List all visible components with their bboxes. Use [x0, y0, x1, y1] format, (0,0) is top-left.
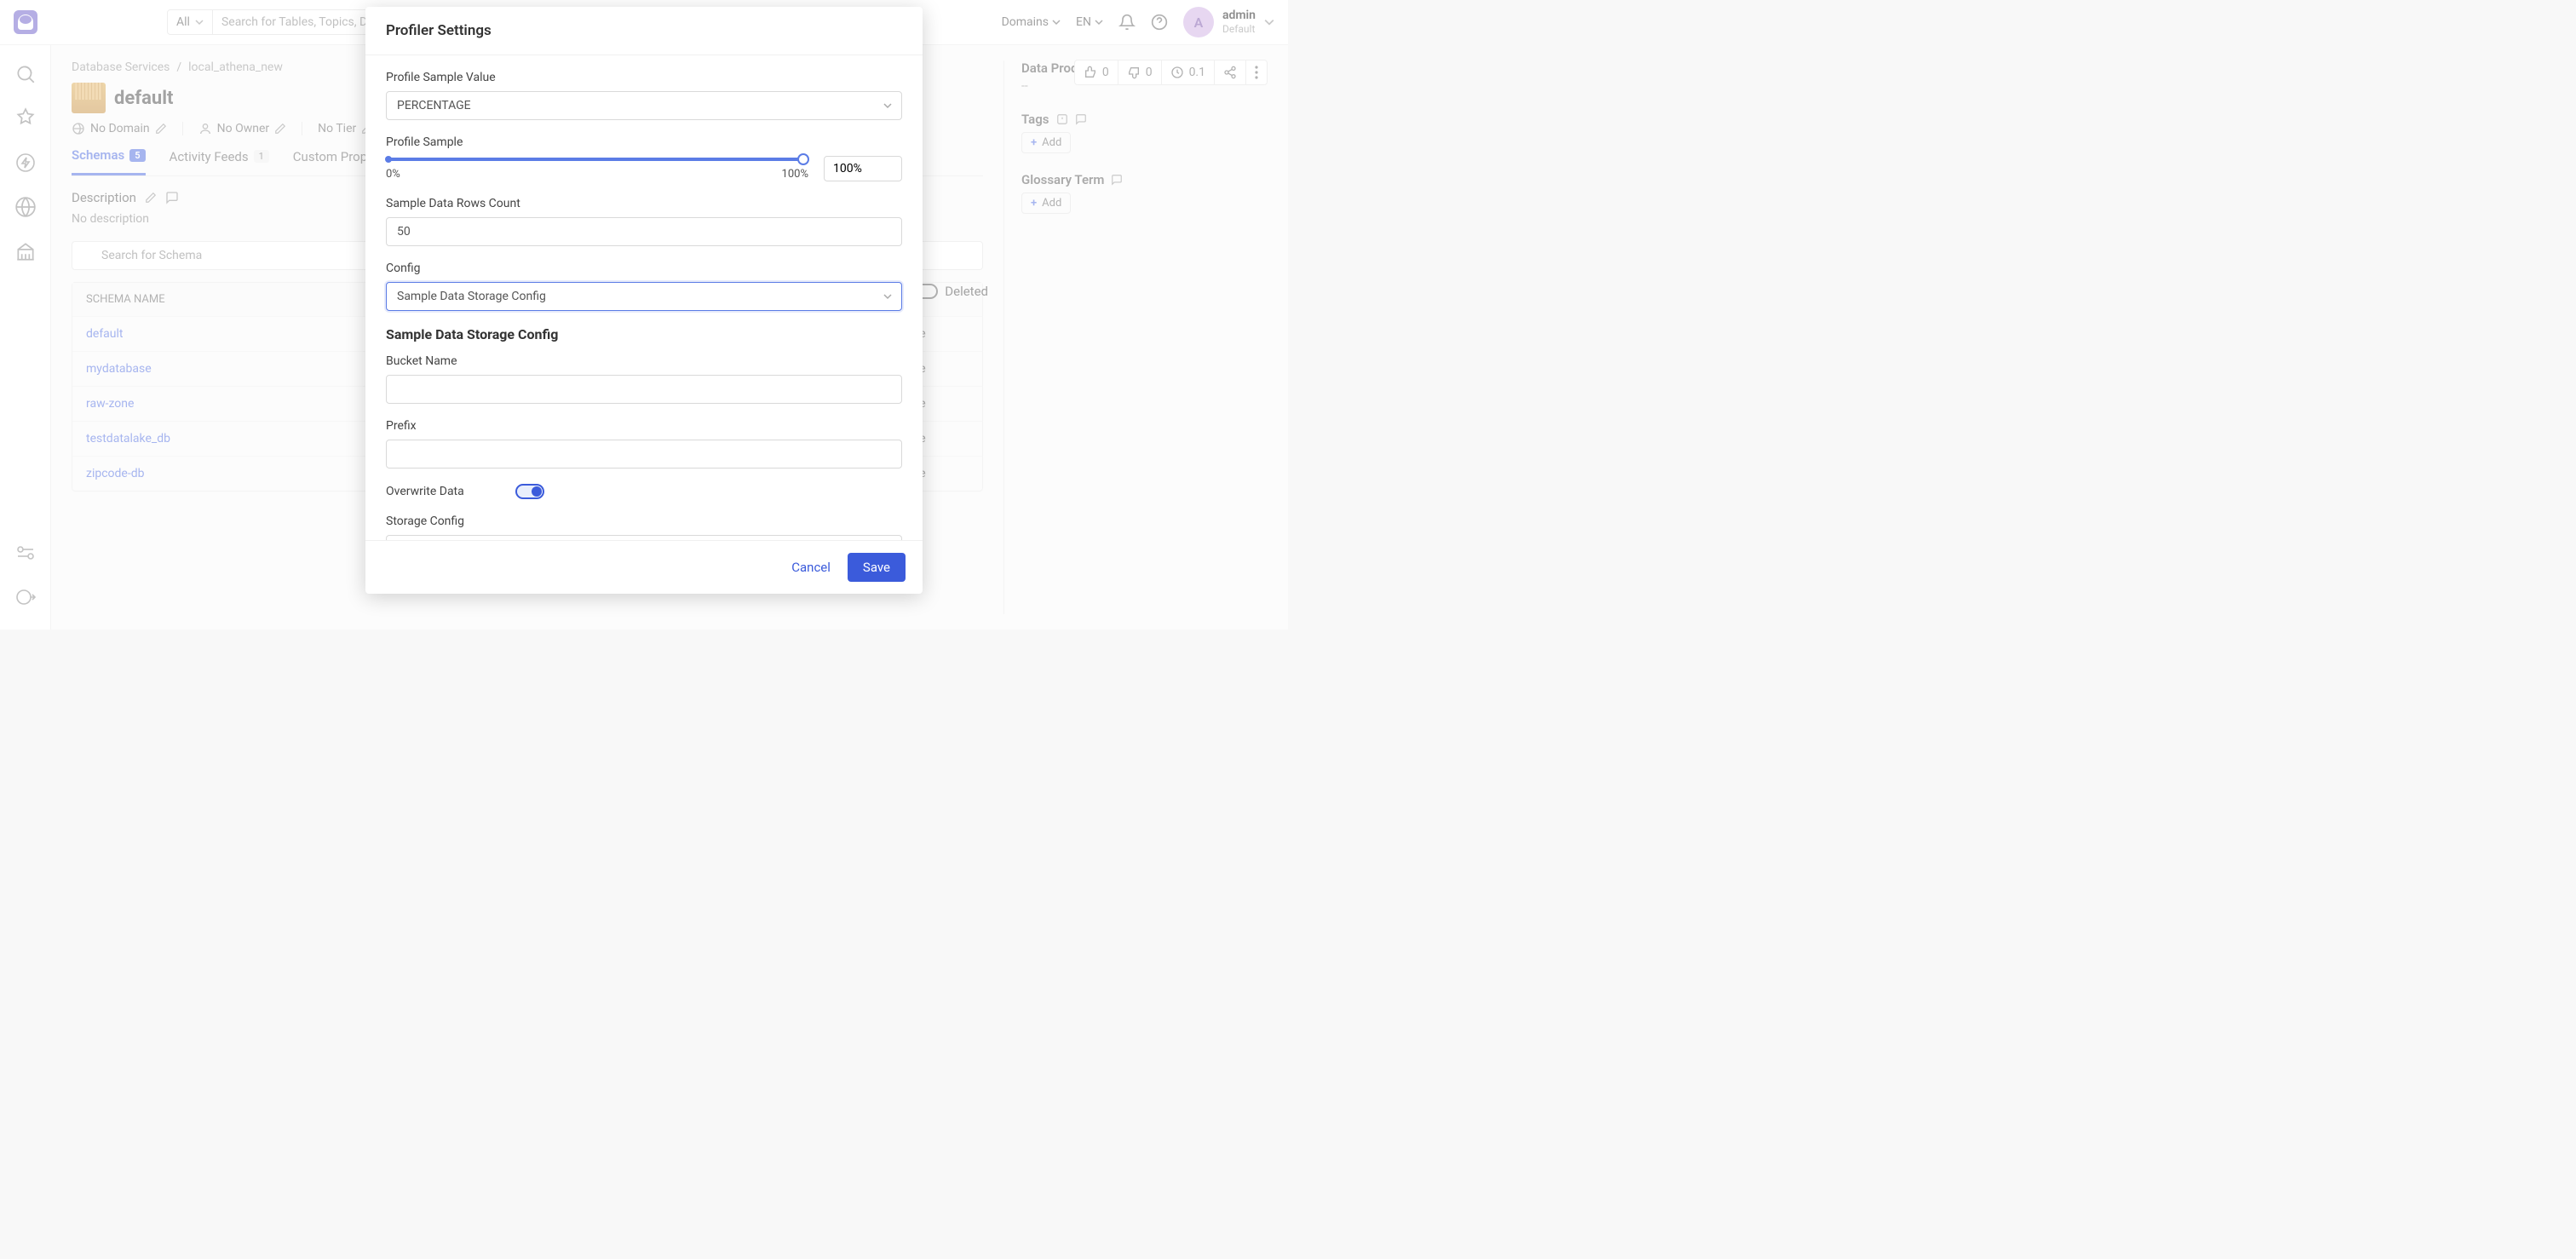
profile-sample-slider[interactable] — [386, 158, 808, 161]
storage-section-title: Sample Data Storage Config — [386, 326, 902, 342]
sample-rows-label: Sample Data Rows Count — [386, 197, 902, 210]
bucket-name-input[interactable] — [386, 375, 902, 404]
config-select[interactable]: Sample Data Storage Config — [386, 282, 902, 311]
prefix-input[interactable] — [386, 440, 902, 469]
slider-min: 0% — [386, 168, 400, 181]
profile-sample-value-input[interactable] — [824, 156, 902, 181]
slider-max: 100% — [782, 168, 808, 181]
storage-config-label: Storage Config — [386, 515, 902, 528]
profile-sample-value-label: Profile Sample Value — [386, 71, 902, 84]
profile-sample-value-select[interactable]: PERCENTAGE — [386, 91, 902, 120]
overwrite-data-toggle[interactable] — [515, 484, 544, 499]
config-label: Config — [386, 262, 902, 275]
modal-title: Profiler Settings — [365, 7, 923, 55]
overwrite-label: Overwrite Data — [386, 485, 464, 498]
sample-rows-input[interactable] — [386, 217, 902, 246]
bucket-name-label: Bucket Name — [386, 354, 902, 368]
profile-sample-label: Profile Sample — [386, 135, 902, 149]
prefix-label: Prefix — [386, 419, 902, 433]
profiler-settings-modal: Profiler Settings Profile Sample Value P… — [365, 7, 923, 594]
save-button[interactable]: Save — [848, 553, 906, 582]
cancel-button[interactable]: Cancel — [791, 560, 831, 575]
